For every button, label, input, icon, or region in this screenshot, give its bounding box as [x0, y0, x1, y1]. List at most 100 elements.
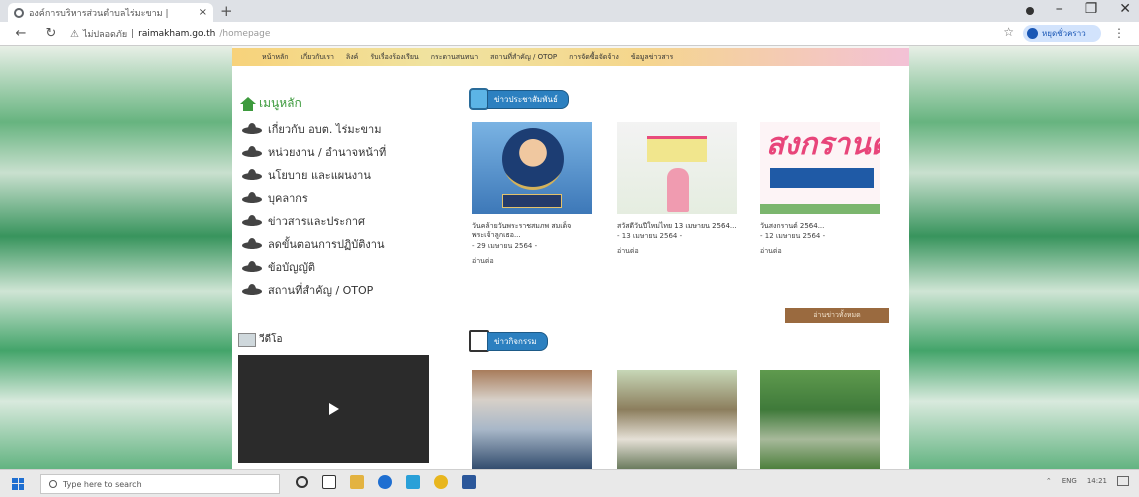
- poster: [647, 136, 707, 162]
- news-date: - 12 เมษายน 2564 -: [760, 232, 826, 241]
- chrome-icon[interactable]: [434, 475, 448, 489]
- portrait: [502, 128, 564, 190]
- menu-item-personnel[interactable]: บุคลากร: [242, 189, 308, 207]
- topnav-item[interactable]: รับเรื่องร้องเรียน: [370, 52, 418, 63]
- new-tab-button[interactable]: +: [220, 2, 233, 20]
- menu-item-label: บุคลากร: [268, 192, 308, 205]
- reload-icon[interactable]: ↻: [42, 26, 60, 41]
- news-card[interactable]: สงกรานต์ วันสงกรานต์ 2564... - 12 เมษายน…: [760, 122, 880, 257]
- video-heading: วีดีโอ: [238, 332, 283, 347]
- person: [667, 168, 689, 212]
- topnav-item[interactable]: การจัดซื้อจัดจ้าง: [569, 52, 619, 63]
- pinned-apps: [296, 475, 476, 489]
- globe-icon: [14, 7, 24, 18]
- topnav-item[interactable]: กระดานสนทนา: [431, 52, 478, 63]
- menu-item-policy[interactable]: นโยบาย และแผนงาน: [242, 166, 371, 184]
- address-bar: ← ↻ ⚠ ไม่ปลอดภัย | raimakham.go.th/homep…: [0, 22, 1139, 46]
- main-menu-heading: เมนูหลัก: [240, 94, 302, 113]
- topnav-item[interactable]: หน้าหลัก: [262, 52, 288, 63]
- close-tab-icon[interactable]: ×: [199, 7, 207, 18]
- minimize-icon[interactable]: –: [1056, 1, 1063, 17]
- read-more-link[interactable]: อ่านต่อ: [472, 256, 592, 267]
- topnav-item[interactable]: เกี่ยวกับเรา: [300, 52, 333, 63]
- lotus-icon: [242, 284, 262, 296]
- menu-item-places-otop[interactable]: สถานที่สำคัญ / OTOP: [242, 281, 373, 299]
- edge-icon[interactable]: [378, 475, 392, 489]
- browser-tab-bar: องค์การบริหารส่วนตำบลไร่มะขาม | × + – ❐ …: [0, 0, 1139, 22]
- news-title[interactable]: สวัสดีวันปีใหม่ไทย 13 เมษายน 2564...: [617, 222, 737, 231]
- news-image[interactable]: สงกรานต์: [760, 122, 880, 214]
- close-window-icon[interactable]: ✕: [1119, 1, 1131, 17]
- news-section-title: ข่าวประชาสัมพันธ์: [487, 89, 569, 109]
- lotus-icon: [242, 123, 262, 135]
- web-page: หน้าหลัก เกี่ยวกับเรา ลิงค์ รับเรื่องร้อ…: [0, 46, 1139, 469]
- menu-item-agencies[interactable]: หน่วยงาน / อำนาจหน้าที่: [242, 143, 386, 161]
- activity-image[interactable]: [472, 370, 592, 469]
- maximize-icon[interactable]: ❐: [1085, 1, 1098, 17]
- profile-button[interactable]: หยุดชั่วคราว: [1023, 25, 1101, 42]
- menu-item-label: นโยบาย และแผนงาน: [268, 169, 371, 182]
- notification-icon[interactable]: [1117, 476, 1129, 486]
- home-icon: [240, 96, 256, 111]
- news-title[interactable]: วันคล้ายวันพระราชสมภพ สมเด็จพระเจ้าลูกเธ…: [472, 222, 592, 241]
- play-icon[interactable]: [328, 403, 339, 415]
- read-more-link[interactable]: อ่านต่อ: [760, 246, 880, 257]
- word-icon[interactable]: [462, 475, 476, 489]
- all-news-button[interactable]: อ่านข่าวทั้งหมด: [785, 308, 889, 323]
- main-content: เมนูหลัก เกี่ยวกับ อบต. ไร่มะขาม หน่วยงา…: [232, 66, 909, 469]
- url-path: /homepage: [219, 29, 271, 39]
- activities-section-title: ข่าวกิจกรรม: [487, 331, 548, 351]
- bookmark-star-icon[interactable]: ☆: [1003, 25, 1014, 39]
- browser-menu-icon[interactable]: ⋮: [1113, 26, 1125, 40]
- menu-item-label: ข้อบัญญัติ: [268, 261, 315, 274]
- menu-item-about[interactable]: เกี่ยวกับ อบต. ไร่มะขาม: [242, 120, 381, 138]
- search-icon: [49, 480, 57, 488]
- video-player[interactable]: [238, 355, 429, 463]
- language-indicator[interactable]: ENG: [1062, 477, 1077, 485]
- lotus-icon: [242, 192, 262, 204]
- file-explorer-icon[interactable]: [350, 475, 364, 489]
- store-icon[interactable]: [406, 475, 420, 489]
- video-icon: [238, 332, 256, 347]
- lotus-icon: [242, 169, 262, 181]
- news-image[interactable]: [472, 122, 592, 214]
- clock[interactable]: 14:21: [1087, 477, 1107, 485]
- menu-item-news[interactable]: ข่าวสารและประกาศ: [242, 212, 365, 230]
- decorative-background-right: [909, 46, 1139, 469]
- window-controls: – ❐ ✕: [1025, 1, 1131, 17]
- system-tray: ⌃ ENG 14:21: [1046, 476, 1129, 486]
- read-more-link[interactable]: อ่านต่อ: [617, 246, 737, 257]
- menu-item-label: เกี่ยวกับ อบต. ไร่มะขาม: [268, 123, 382, 136]
- news-image[interactable]: [617, 122, 737, 214]
- news-title[interactable]: วันสงกรานต์ 2564...: [760, 222, 880, 231]
- url-field[interactable]: ⚠ ไม่ปลอดภัย | raimakham.go.th/homepage: [70, 26, 270, 42]
- activity-image[interactable]: [760, 370, 880, 469]
- menu-item-procedures[interactable]: ลดขั้นตอนการปฏิบัติงาน: [242, 235, 385, 253]
- windows-start-icon[interactable]: [12, 477, 24, 490]
- activities-section-heading: ข่าวกิจกรรม: [469, 330, 548, 352]
- taskbar-search[interactable]: Type here to search: [40, 474, 280, 494]
- cortana-icon[interactable]: [296, 476, 308, 488]
- decorative-background-left: [0, 46, 232, 469]
- record-icon[interactable]: [1025, 7, 1034, 15]
- tray-chevron-icon[interactable]: ⌃: [1046, 477, 1052, 485]
- menu-item-regulations[interactable]: ข้อบัญญัติ: [242, 258, 315, 276]
- warning-icon: ⚠: [70, 28, 79, 40]
- main-menu-title: เมนูหลัก: [259, 96, 302, 110]
- name-banner: [502, 194, 562, 208]
- browser-tab[interactable]: องค์การบริหารส่วนตำบลไร่มะขาม | ×: [8, 3, 213, 22]
- topnav-item[interactable]: ลิงค์: [346, 52, 358, 63]
- menu-item-label: ลดขั้นตอนการปฏิบัติงาน: [268, 238, 385, 251]
- news-card[interactable]: สวัสดีวันปีใหม่ไทย 13 เมษายน 2564... - 1…: [617, 122, 737, 257]
- news-card[interactable]: วันคล้ายวันพระราชสมภพ สมเด็จพระเจ้าลูกเธ…: [472, 122, 592, 267]
- back-icon[interactable]: ←: [12, 26, 30, 41]
- topnav-item[interactable]: ข้อมูลข่าวสาร: [631, 52, 674, 63]
- green-strip: [760, 204, 880, 214]
- profile-label: หยุดชั่วคราว: [1042, 29, 1086, 38]
- topnav-item[interactable]: สถานที่สำคัญ / OTOP: [490, 52, 557, 63]
- top-navigation: หน้าหลัก เกี่ยวกับเรา ลิงค์ รับเรื่องร้อ…: [232, 48, 909, 66]
- activity-image[interactable]: [617, 370, 737, 469]
- menu-item-label: หน่วยงาน / อำนาจหน้าที่: [268, 146, 387, 159]
- task-view-icon[interactable]: [322, 475, 336, 489]
- document-icon: [469, 330, 489, 352]
